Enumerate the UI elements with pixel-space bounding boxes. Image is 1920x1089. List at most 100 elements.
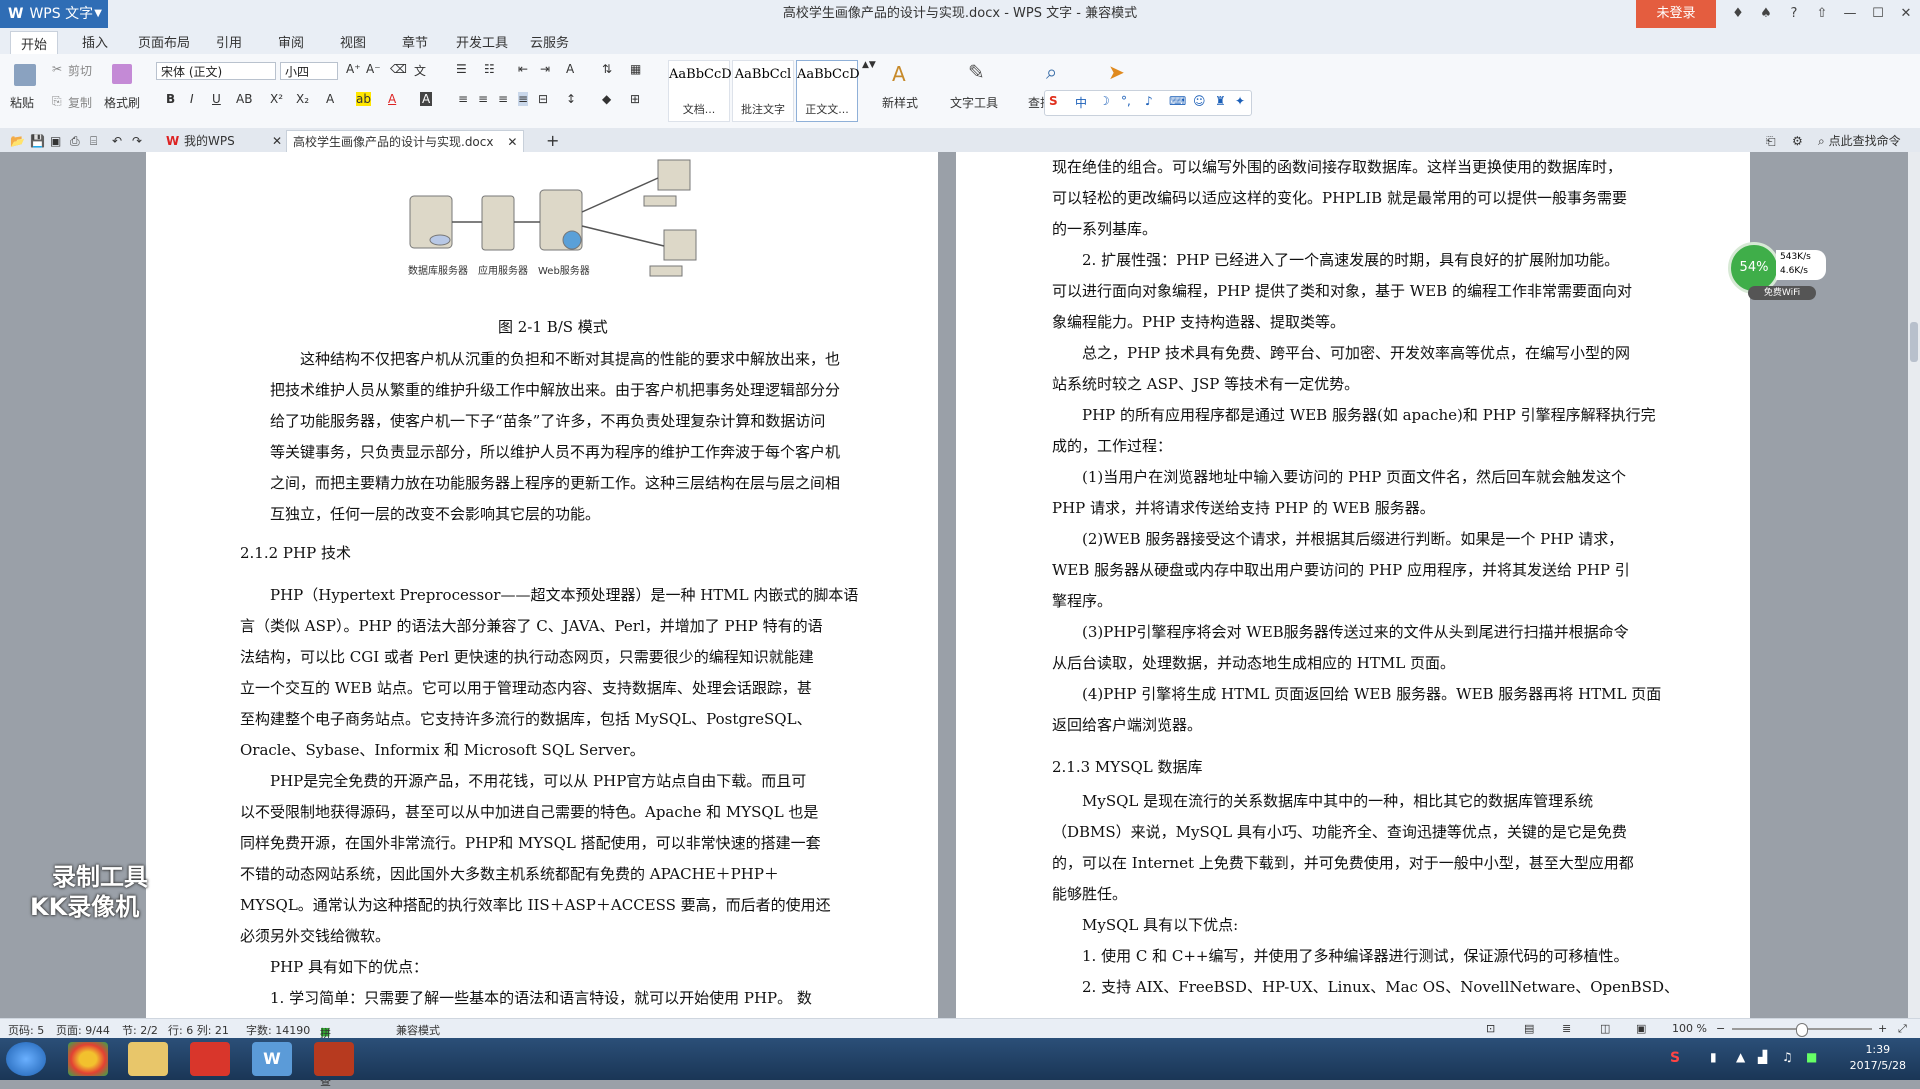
tab-references[interactable]: 引用 [216,32,242,51]
feedback-icon[interactable]: ⎗ [1760,130,1782,152]
tab-view[interactable]: 视图 [340,32,366,51]
superscript-icon[interactable]: X² [270,92,283,106]
tab-cloud[interactable]: 云服务 [530,32,569,51]
skin-shirt-icon[interactable]: ♜ [1215,94,1226,108]
borders-icon[interactable]: ⊞ [630,92,640,106]
cut-button[interactable]: 剪切 [68,62,92,79]
shrink-font-icon[interactable]: A⁻ [366,62,381,76]
tab-home[interactable]: 开始 [10,31,59,55]
italic-icon[interactable]: I [190,92,194,106]
grow-font-icon[interactable]: A⁺ [346,62,361,76]
select-pointer-icon[interactable]: ➤ [1108,60,1125,84]
close-tab-icon[interactable]: ✕ [507,135,517,149]
start-button[interactable] [6,1042,46,1076]
tab-my-wps[interactable]: 我的WPS [178,130,241,152]
bold-icon[interactable]: B [166,92,175,106]
tab-chapter[interactable]: 章节 [402,32,428,51]
style-comment-text[interactable]: AaBbCcl 批注文字 [732,60,794,122]
tray-network-icon[interactable]: ▟ [1758,1050,1767,1064]
status-word-count[interactable]: 字数: 14190 [246,1022,310,1038]
login-button[interactable]: 未登录 [1636,0,1716,28]
page-right[interactable]: 现在绝佳的组合。可以编写外围的函数间接存取数据库。这样当更换使用的数据库时， 可… [956,152,1750,1018]
shirt-icon[interactable]: ♠ [1752,0,1780,28]
format-painter-button[interactable]: 格式刷 [104,94,140,111]
distribute-icon[interactable]: ⊟ [538,92,548,106]
tab-insert[interactable]: 插入 [82,32,108,51]
tab-developer[interactable]: 开发工具 [456,32,508,51]
tray-expand-icon[interactable]: ▲ [1736,1050,1745,1064]
find-icon[interactable]: ⌕ [1046,60,1057,84]
zoom-in-icon[interactable]: + [1878,1022,1887,1035]
settings-icon[interactable]: ⚙ [1786,130,1809,152]
line-spacing-icon[interactable]: ↕ [566,92,576,106]
char-shading-icon[interactable]: A [420,92,433,106]
skin-icon[interactable]: ♦ [1724,0,1752,28]
copy-button[interactable]: 复制 [68,94,92,111]
tray-battery-icon[interactable]: ▮ [1710,1050,1717,1064]
tray-volume-icon[interactable]: ♫ [1782,1050,1793,1064]
bullets-icon[interactable]: ☰ [456,62,467,76]
view-outline-icon[interactable]: ≣ [1562,1022,1571,1035]
tab-page-layout[interactable]: 页面布局 [138,32,190,51]
user-icon[interactable]: ☺ [1193,94,1206,108]
style-body-text[interactable]: AaBbCcD 正文文... [796,60,860,122]
chinese-layout-icon[interactable]: A [566,62,574,76]
help-icon[interactable]: ? [1780,0,1808,28]
print-icon[interactable]: ⎙ [64,130,86,152]
align-center-icon[interactable]: ≡ [478,92,488,106]
font-size-select[interactable]: 小四 [280,62,338,80]
close-button[interactable]: ✕ [1892,0,1920,28]
tab-review[interactable]: 审阅 [278,32,304,51]
phonetic-icon[interactable]: 文 [414,62,426,79]
text-tools-icon[interactable]: ✎ [968,60,985,84]
page-left[interactable]: 数据库服务器 应用服务器 Web服务器 图 2-1 B/S 模式 这种结构不仅把… [146,152,938,1018]
taskbar-clock[interactable]: 1:39 2017/5/28 [1850,1042,1906,1074]
kk-recorder-icon[interactable] [314,1042,354,1076]
keyboard-icon[interactable]: ⌨ [1169,94,1186,108]
cut-icon[interactable]: ✂ [52,62,62,76]
font-color-icon[interactable]: A [388,92,396,106]
print-preview-icon[interactable]: ⌸ [84,130,103,152]
style-document[interactable]: AaBbCcDd 文档... [668,60,740,122]
font-name-select[interactable]: 宋体 (正文) [156,62,276,80]
format-painter-icon[interactable] [112,64,132,84]
view-page-icon[interactable]: ▤ [1524,1022,1534,1035]
fit-window-icon[interactable]: ⤢ [1898,1022,1907,1036]
zoom-slider-thumb[interactable] [1796,1023,1808,1037]
explorer-icon[interactable] [128,1042,168,1076]
netease-music-icon[interactable] [190,1042,230,1076]
microphone-icon[interactable]: ♪ [1145,94,1153,108]
align-right-icon[interactable]: ≡ [498,92,508,106]
scrollbar-thumb[interactable] [1910,322,1918,362]
maximize-button[interactable]: ☐ [1864,0,1892,28]
punctuation-icon[interactable]: °, [1121,94,1131,108]
numbering-icon[interactable]: ☷ [484,62,495,76]
chrome-icon[interactable] [68,1042,108,1076]
underline-icon[interactable]: U [212,92,221,106]
wps-taskbar-icon[interactable]: W [252,1042,292,1076]
new-style-icon[interactable]: A [892,62,906,86]
increase-indent-icon[interactable]: ⇥ [540,62,550,76]
minimize-button[interactable]: — [1836,0,1864,28]
new-tab-icon[interactable]: + [540,130,565,152]
view-fullscreen-icon[interactable]: ⊡ [1486,1022,1495,1035]
tray-app-icon[interactable]: ■ [1806,1050,1817,1064]
paste-icon[interactable] [14,64,36,86]
zoom-out-icon[interactable]: − [1716,1022,1725,1035]
strikethrough-icon[interactable]: AB [236,92,252,106]
wrench-icon[interactable]: ✦ [1235,94,1245,108]
sogou-icon[interactable]: S [1049,94,1058,108]
align-justify-icon[interactable]: ≡ [518,92,529,106]
text-effect-icon[interactable]: A [326,92,334,106]
copy-icon[interactable]: ⎘ [52,94,62,109]
align-left-icon[interactable]: ≡ [458,92,468,106]
clear-format-icon[interactable]: ⌫ [390,62,407,76]
halfwidth-moon-icon[interactable]: ☽ [1099,94,1110,108]
network-meter-widget[interactable]: 54% 543K/s 4.6K/s 免费WiFi [1728,242,1828,300]
collapse-ribbon-icon[interactable]: ⇧ [1808,0,1836,28]
subscript-icon[interactable]: X₂ [296,92,309,106]
zoom-level[interactable]: 100 % [1672,1022,1707,1035]
sogou-tray-icon[interactable]: S [1670,1050,1680,1066]
sort-icon[interactable]: ⇅ [602,62,612,76]
view-web-icon[interactable]: ◫ [1600,1022,1610,1035]
